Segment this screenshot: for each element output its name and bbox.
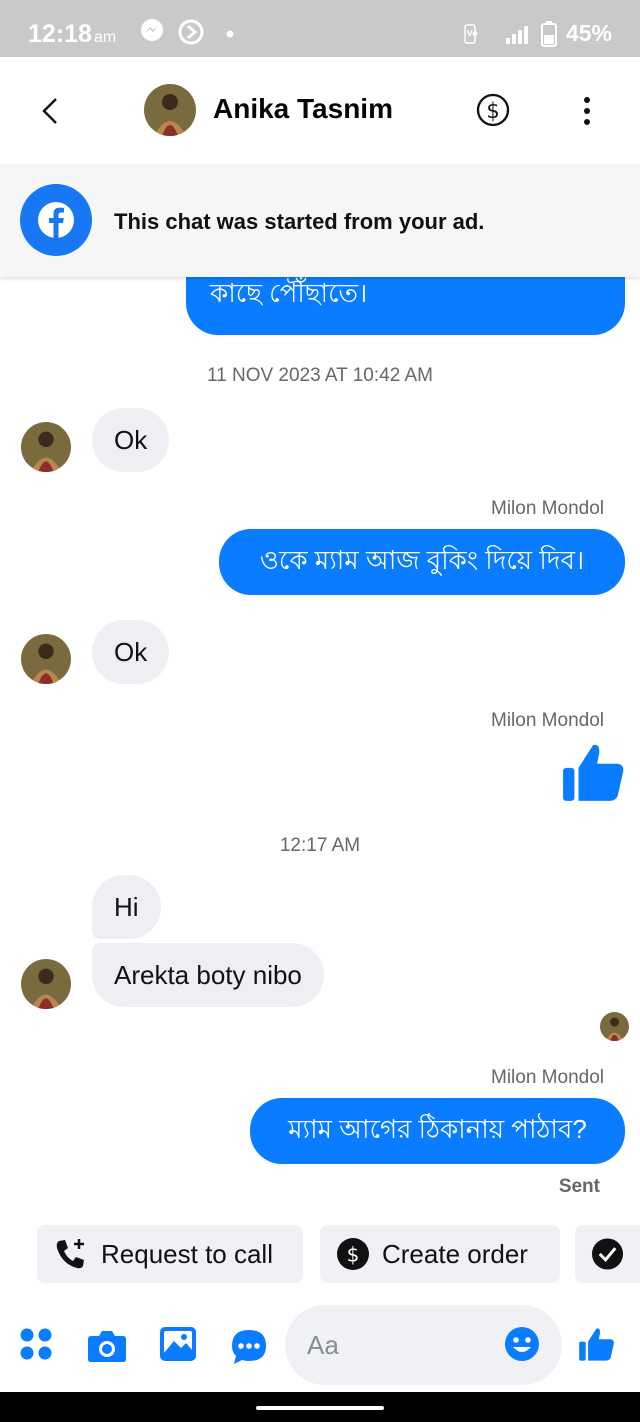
dollar-circle-icon: $ bbox=[337, 1238, 369, 1270]
notification-dot-icon bbox=[226, 30, 234, 38]
like-button-icon[interactable] bbox=[578, 1324, 616, 1364]
sender-name: Milon Mondol bbox=[491, 710, 604, 731]
chat-header: Anika Tasnim $ bbox=[0, 57, 640, 164]
sender-name: Milon Mondol bbox=[491, 498, 604, 519]
message-bubble-incoming[interactable]: Ok bbox=[92, 620, 170, 684]
message-avatar[interactable] bbox=[21, 959, 71, 1009]
volte-icon: Vo bbox=[464, 23, 478, 44]
message-bubble-outgoing[interactable]: কাছে পৌঁছাতে। bbox=[186, 277, 625, 335]
facebook-icon bbox=[20, 184, 92, 256]
signal-icon bbox=[505, 25, 528, 44]
emoji-icon[interactable] bbox=[504, 1326, 540, 1362]
svg-text:Vo: Vo bbox=[466, 29, 478, 38]
dollar-icon[interactable]: $ bbox=[476, 93, 510, 127]
contact-avatar[interactable] bbox=[144, 84, 196, 136]
timestamp: 11 NOV 2023 AT 10:42 AM bbox=[206, 365, 434, 386]
sent-status: Sent bbox=[558, 1176, 600, 1197]
message-avatar[interactable] bbox=[21, 634, 71, 684]
message-bubble-outgoing[interactable]: ম্যাম আগের ঠিকানায় পাঠাব? bbox=[250, 1098, 625, 1164]
message-composer bbox=[0, 1300, 640, 1392]
sender-name: Milon Mondol bbox=[491, 1067, 604, 1088]
apps-grid-icon[interactable] bbox=[18, 1326, 54, 1362]
phone-plus-icon bbox=[56, 1239, 84, 1269]
seen-indicator-avatar bbox=[600, 1012, 629, 1041]
message-bubble-outgoing[interactable]: ওকে ম্যাম আজ বুকিং দিয়ে দিব। bbox=[219, 529, 625, 595]
message-list[interactable]: কাছে পৌঁছাতে। 11 NOV 2023 AT 10:42 AM Ok… bbox=[0, 277, 640, 1217]
status-time: 12:18 am bbox=[28, 20, 117, 48]
message-bubble-incoming[interactable]: Hi bbox=[92, 875, 161, 939]
system-nav-bar bbox=[0, 1392, 640, 1422]
timestamp: 12:17 AM bbox=[279, 835, 361, 856]
camera-icon[interactable] bbox=[87, 1328, 127, 1364]
check-circle-icon bbox=[591, 1238, 624, 1270]
message-avatar[interactable] bbox=[21, 422, 71, 472]
messenger-icon bbox=[141, 19, 163, 41]
status-bar: 12:18 am Vo 45% bbox=[0, 0, 640, 57]
home-gesture-handle[interactable] bbox=[256, 1406, 384, 1410]
svg-text:$: $ bbox=[347, 1243, 360, 1267]
status-right: Vo 45% bbox=[464, 20, 612, 47]
ad-banner: This chat was started from your ad. bbox=[0, 164, 640, 277]
battery-percent: 45% bbox=[565, 20, 612, 46]
back-arrow-icon[interactable] bbox=[36, 93, 68, 129]
svg-text:$: $ bbox=[486, 99, 499, 123]
contact-name[interactable]: Anika Tasnim bbox=[213, 93, 393, 125]
more-options-icon[interactable] bbox=[574, 95, 600, 129]
chat-bubble-icon[interactable] bbox=[230, 1328, 268, 1366]
message-bubble-incoming[interactable]: Arekta boty nibo bbox=[92, 943, 324, 1007]
ad-banner-text: This chat was started from your ad. bbox=[114, 209, 485, 234]
create-order-button[interactable]: $ Create order bbox=[320, 1225, 560, 1283]
request-to-call-button[interactable]: Request to call bbox=[37, 1225, 303, 1283]
gallery-icon[interactable] bbox=[159, 1326, 197, 1362]
message-bubble-incoming[interactable]: Ok bbox=[92, 408, 170, 472]
battery-icon bbox=[540, 20, 557, 47]
sync-icon bbox=[178, 19, 204, 45]
quick-actions: Request to call $ Create order bbox=[0, 1225, 640, 1285]
mark-done-button[interactable] bbox=[575, 1225, 640, 1283]
thumbs-up-icon[interactable] bbox=[561, 739, 627, 805]
